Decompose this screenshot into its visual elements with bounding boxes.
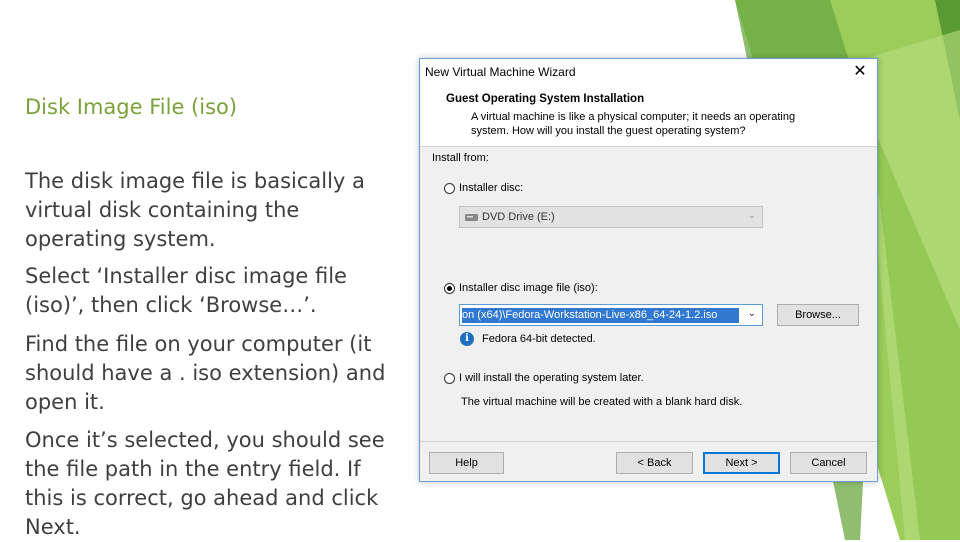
detected-text: Fedora 64-bit detected. (482, 333, 596, 345)
paragraph-4: Once it’s selected, you should see the f… (25, 428, 385, 539)
wizard-header: Guest Operating System Installation A vi… (420, 86, 877, 147)
paragraph-2: Select ‘Installer disc image file (iso)’… (25, 264, 347, 317)
slide-heading: Disk Image File (iso) (25, 95, 238, 119)
chevron-down-icon[interactable]: ⌄ (748, 308, 756, 319)
new-vm-wizard-dialog: New Virtual Machine Wizard ✕ Guest Opera… (419, 58, 878, 482)
iso-path-value[interactable]: on (x64)\Fedora-Workstation-Live-x86_64-… (462, 308, 739, 323)
footer-divider (420, 441, 877, 442)
installer-iso-label[interactable]: Installer disc image file (iso): (459, 282, 598, 294)
help-button[interactable]: Help (429, 452, 504, 474)
radio-install-later[interactable] (444, 373, 455, 384)
header-description: A virtual machine is like a physical com… (471, 111, 796, 137)
install-later-description: The virtual machine will be created with… (461, 396, 743, 408)
browse-button[interactable]: Browse... (777, 304, 859, 326)
cancel-button[interactable]: Cancel (790, 452, 867, 474)
info-icon: i (460, 332, 474, 346)
iso-path-combobox[interactable]: on (x64)\Fedora-Workstation-Live-x86_64-… (459, 304, 763, 326)
chevron-down-icon: ⌄ (747, 210, 756, 221)
close-icon[interactable]: ✕ (849, 61, 871, 83)
disc-drive-value: DVD Drive (E:) (482, 211, 555, 223)
header-title: Guest Operating System Installation (446, 93, 645, 105)
disc-drive-select[interactable]: DVD Drive (E:) ⌄ (459, 206, 763, 228)
installer-disc-label[interactable]: Installer disc: (459, 182, 523, 194)
paragraph-3: Find the file on your computer (it shoul… (25, 332, 386, 414)
window-title: New Virtual Machine Wizard (425, 65, 576, 79)
dvd-drive-icon (465, 214, 478, 221)
paragraph-1: The disk image file is basically a virtu… (25, 169, 365, 251)
install-later-label[interactable]: I will install the operating system late… (459, 372, 644, 384)
radio-installer-disc[interactable] (444, 183, 455, 194)
radio-installer-iso[interactable] (444, 283, 455, 294)
next-button[interactable]: Next > (703, 452, 780, 474)
install-from-label: Install from: (432, 152, 489, 164)
title-bar: New Virtual Machine Wizard ✕ (420, 59, 877, 86)
back-button[interactable]: < Back (616, 452, 693, 474)
